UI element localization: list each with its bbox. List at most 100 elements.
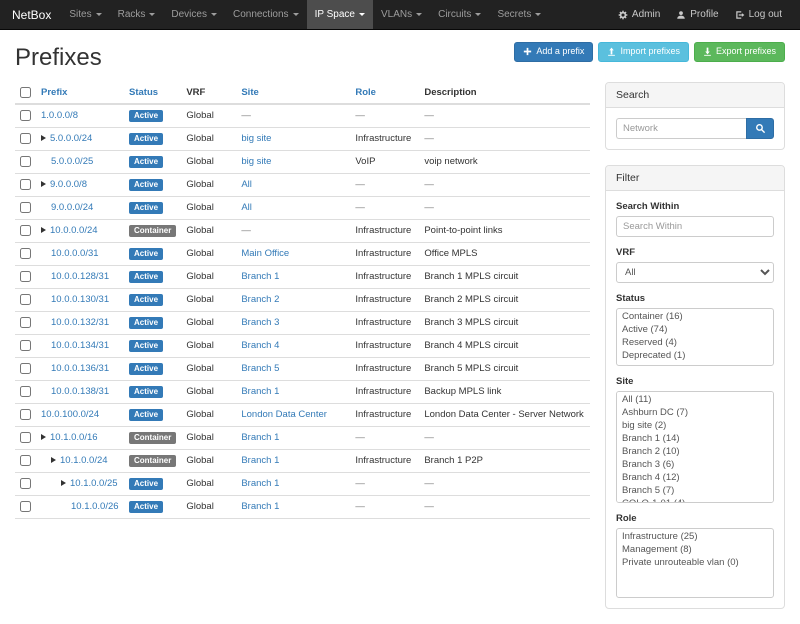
site-link[interactable]: Branch 5 [241, 363, 279, 374]
row-checkbox[interactable] [20, 386, 31, 397]
table-row: 10.0.100.0/24 Active Global London Data … [15, 404, 590, 427]
status-badge: Active [129, 340, 163, 352]
prefix-link[interactable]: 10.0.0.132/31 [51, 317, 109, 328]
row-checkbox[interactable] [20, 363, 31, 374]
column-header-site[interactable]: Site [241, 87, 258, 98]
site-link[interactable]: Branch 1 [241, 432, 279, 443]
row-checkbox[interactable] [20, 156, 31, 167]
site-filter-select[interactable]: All (11)Ashburn DC (7)big site (2)Branch… [616, 391, 774, 503]
row-checkbox[interactable] [20, 202, 31, 213]
prefix-link[interactable]: 5.0.0.0/24 [50, 133, 92, 144]
column-header-prefix[interactable]: Prefix [41, 87, 67, 98]
prefix-link[interactable]: 10.0.0.134/31 [51, 340, 109, 351]
column-header-role[interactable]: Role [355, 87, 376, 98]
prefix-link[interactable]: 10.0.0.136/31 [51, 363, 109, 374]
import-prefixes-button[interactable]: Import prefixes [598, 42, 689, 62]
row-checkbox[interactable] [20, 248, 31, 259]
site-link[interactable]: All [241, 202, 252, 213]
prefix-link[interactable]: 1.0.0.0/8 [41, 110, 78, 121]
prefix-link[interactable]: 10.0.0.128/31 [51, 271, 109, 282]
nav-item-admin[interactable]: Admin [610, 0, 668, 29]
vrf-filter-select[interactable]: All [616, 262, 774, 283]
row-checkbox[interactable] [20, 271, 31, 282]
site-link[interactable]: All [241, 179, 252, 190]
prefix-link[interactable]: 10.1.0.0/16 [50, 432, 98, 443]
prefix-link[interactable]: 10.0.0.130/31 [51, 294, 109, 305]
site-cell: Branch 5 [236, 358, 350, 381]
prefix-link[interactable]: 10.1.0.0/25 [70, 478, 118, 489]
table-row: 10.1.0.0/26 Active Global Branch 1 — — [15, 496, 590, 519]
prefix-link[interactable]: 10.0.0.0/31 [51, 248, 99, 259]
search-button[interactable] [746, 118, 774, 139]
vrf-cell: Global [181, 312, 236, 335]
row-checkbox[interactable] [20, 455, 31, 466]
site-link[interactable]: Branch 1 [241, 455, 279, 466]
expand-toggle-icon[interactable] [41, 181, 46, 187]
description-cell: Branch 5 MPLS circuit [419, 358, 590, 381]
expand-toggle-icon[interactable] [41, 135, 46, 141]
nav-item-logout[interactable]: Log out [727, 0, 790, 29]
expand-toggle-icon[interactable] [41, 434, 46, 440]
prefix-link[interactable]: 5.0.0.0/25 [51, 156, 93, 167]
export-prefixes-button[interactable]: Export prefixes [694, 42, 785, 62]
nav-item-sites[interactable]: Sites [61, 0, 109, 29]
search-within-input[interactable] [616, 216, 774, 237]
button-label: Export prefixes [716, 47, 776, 57]
description-cell: Branch 2 MPLS circuit [419, 289, 590, 312]
site-cell: London Data Center [236, 404, 350, 427]
nav-item-label: Secrets [497, 9, 531, 20]
row-checkbox[interactable] [20, 317, 31, 328]
expand-toggle-icon[interactable] [51, 457, 56, 463]
brand-logo[interactable]: NetBox [10, 0, 61, 29]
description-cell: Branch 1 P2P [419, 450, 590, 473]
expand-toggle-icon[interactable] [61, 480, 66, 486]
site-link[interactable]: Branch 1 [241, 386, 279, 397]
site-link[interactable]: Branch 1 [241, 478, 279, 489]
status-filter-select[interactable]: Container (16)Active (74)Reserved (4)Dep… [616, 308, 774, 366]
role-cell: Infrastructure [350, 335, 419, 358]
row-checkbox[interactable] [20, 432, 31, 443]
row-checkbox[interactable] [20, 294, 31, 305]
prefix-link[interactable]: 10.0.0.0/24 [50, 225, 98, 236]
chevron-down-icon [416, 13, 422, 16]
add-prefix-button[interactable]: Add a prefix [514, 42, 593, 62]
row-checkbox[interactable] [20, 179, 31, 190]
site-link[interactable]: Branch 2 [241, 294, 279, 305]
nav-item-circuits[interactable]: Circuits [430, 0, 489, 29]
prefix-link[interactable]: 9.0.0.0/8 [50, 179, 87, 190]
site-link[interactable]: Branch 3 [241, 317, 279, 328]
role-cell: — [350, 496, 419, 519]
prefix-link[interactable]: 10.0.0.138/31 [51, 386, 109, 397]
prefix-link[interactable]: 9.0.0.0/24 [51, 202, 93, 213]
search-input[interactable] [616, 118, 746, 139]
role-filter-select[interactable]: Infrastructure (25)Management (8)Private… [616, 528, 774, 598]
expand-toggle-icon[interactable] [41, 227, 46, 233]
site-link[interactable]: Branch 1 [241, 271, 279, 282]
site-link[interactable]: London Data Center [241, 409, 327, 420]
row-checkbox[interactable] [20, 340, 31, 351]
site-link[interactable]: Branch 4 [241, 340, 279, 351]
vrf-cell: Global [181, 174, 236, 197]
site-link[interactable]: big site [241, 156, 271, 167]
status-badge: Active [129, 501, 163, 513]
nav-item-connections[interactable]: Connections [225, 0, 307, 29]
column-header-status[interactable]: Status [129, 87, 158, 98]
nav-item-ip-space[interactable]: IP Space [307, 0, 373, 29]
prefix-link[interactable]: 10.1.0.0/24 [60, 455, 108, 466]
nav-item-racks[interactable]: Racks [110, 0, 164, 29]
select-all-checkbox[interactable] [20, 87, 31, 98]
nav-item-secrets[interactable]: Secrets [489, 0, 549, 29]
row-checkbox[interactable] [20, 409, 31, 420]
page-title: Prefixes [15, 44, 102, 72]
nav-item-profile[interactable]: Profile [668, 0, 726, 29]
nav-item-devices[interactable]: Devices [163, 0, 225, 29]
site-link[interactable]: big site [241, 133, 271, 144]
row-checkbox[interactable] [20, 133, 31, 144]
site-link[interactable]: Main Office [241, 248, 289, 259]
prefix-link[interactable]: 10.0.100.0/24 [41, 409, 99, 420]
row-checkbox[interactable] [20, 110, 31, 121]
nav-item-label: Devices [171, 9, 207, 20]
nav-item-vlans[interactable]: VLANs [373, 0, 430, 29]
row-checkbox[interactable] [20, 225, 31, 236]
row-checkbox[interactable] [20, 478, 31, 489]
